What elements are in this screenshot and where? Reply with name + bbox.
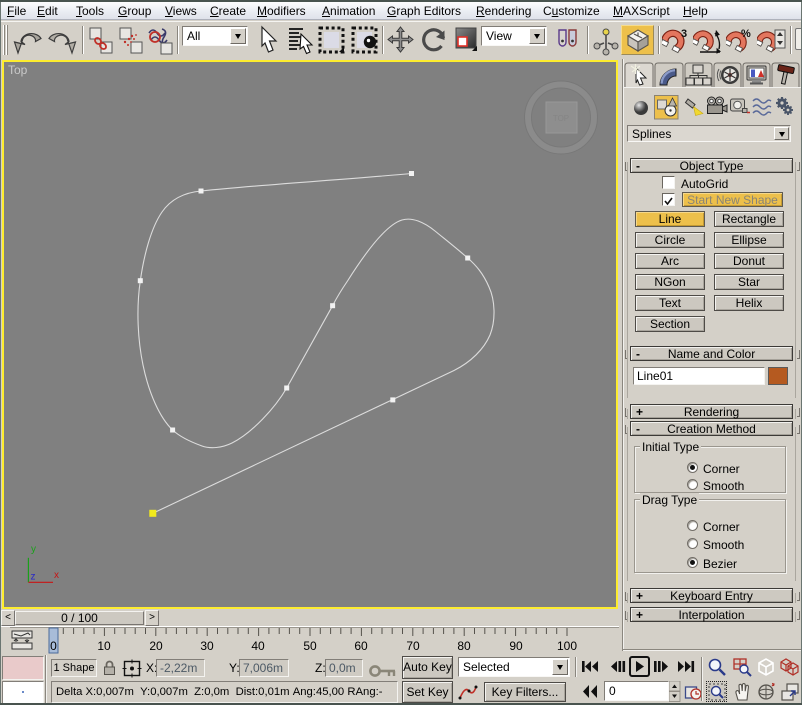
svg-text:3: 3	[681, 28, 687, 40]
svg-text:%: %	[741, 28, 751, 40]
svg-text:50: 50	[303, 639, 317, 653]
svg-text:40: 40	[251, 639, 265, 653]
svg-text:20: 20	[149, 639, 163, 653]
svg-text:10: 10	[97, 639, 111, 653]
svg-text:y: y	[31, 544, 36, 555]
svg-text:30: 30	[200, 639, 214, 653]
svg-text:60: 60	[354, 639, 368, 653]
svg-text:x: x	[54, 570, 59, 581]
svg-text:100: 100	[557, 639, 577, 653]
svg-text:z: z	[31, 572, 36, 583]
svg-text:70: 70	[406, 639, 420, 653]
svg-text:90: 90	[509, 639, 523, 653]
svg-text:80: 80	[457, 639, 471, 653]
svg-text:0: 0	[50, 639, 57, 653]
svg-text:TOP: TOP	[553, 114, 569, 123]
